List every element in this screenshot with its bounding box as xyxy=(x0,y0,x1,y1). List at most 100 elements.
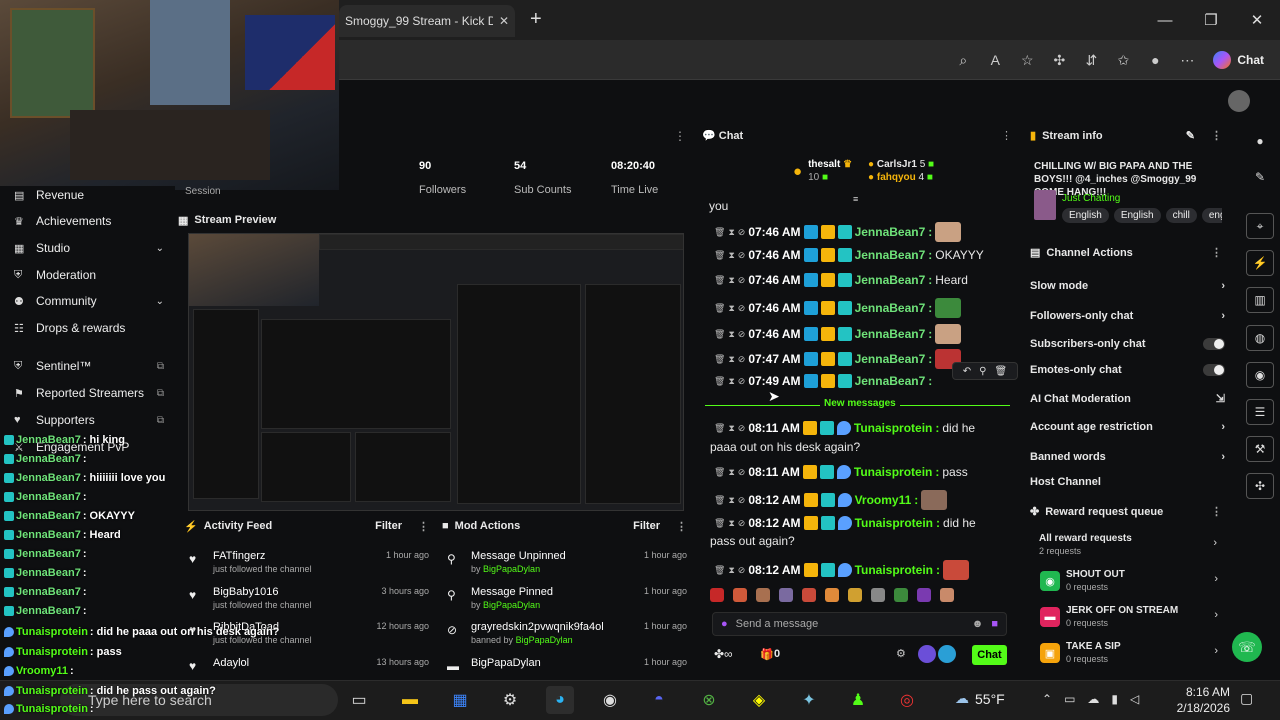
sidebar-item-moderation[interactable]: ⛨ Moderation xyxy=(14,268,164,282)
network-icon[interactable]: ☁ xyxy=(1087,692,1099,706)
ban-icon[interactable]: ⊘ xyxy=(738,495,746,506)
broadcast-icon[interactable]: ◉ xyxy=(1246,362,1274,388)
favorites-icon[interactable]: ✩ xyxy=(1109,46,1137,74)
delete-icon[interactable]: 🗑 xyxy=(714,227,725,238)
7tv-icon[interactable] xyxy=(918,645,936,663)
timeout-icon[interactable]: ⧗ xyxy=(728,303,734,314)
emote-icon[interactable] xyxy=(871,588,885,602)
tag[interactable]: English xyxy=(1062,208,1109,223)
target-icon[interactable]: ⌖ xyxy=(1246,213,1274,239)
new-tab-button[interactable]: + xyxy=(530,8,542,31)
message-username[interactable]: JennaBean7 xyxy=(855,374,926,388)
taskbar-clock[interactable]: 8:16 AM 2/18/2026 xyxy=(1170,684,1230,716)
ban-icon[interactable]: ⊘ xyxy=(738,303,746,314)
message-username[interactable]: Tunaisprotein xyxy=(855,516,933,530)
chat-message[interactable]: 🗑 ⧗ ⊘ 07:49 AM JennaBean7: xyxy=(714,374,932,388)
timeout-icon[interactable]: ⧗ xyxy=(728,354,734,365)
volume-icon[interactable]: ◁ xyxy=(1130,692,1139,706)
reward-row[interactable]: ▣ TAKE A SIP 0 requests › xyxy=(1040,641,1218,673)
battery-icon[interactable]: ▭ xyxy=(1064,692,1075,706)
puzzle-icon[interactable]: ✣ xyxy=(1246,473,1274,499)
sidebar-item-supporters[interactable]: ♥ Supporters ⧉ xyxy=(14,413,164,427)
clipboard-icon[interactable]: ▥ xyxy=(1246,287,1274,313)
gift-icon[interactable]: 🎁 xyxy=(760,648,774,661)
close-window-icon[interactable]: ✕ xyxy=(1234,0,1280,40)
filter-button[interactable]: Filter xyxy=(375,520,402,532)
close-tab-icon[interactable]: ✕ xyxy=(499,14,509,28)
file-explorer-icon[interactable]: ▬ xyxy=(396,686,424,714)
message-username[interactable]: JennaBean7 xyxy=(855,301,926,315)
app-icon[interactable]: ♟ xyxy=(844,686,872,714)
timeout-icon[interactable]: ⧗ xyxy=(728,423,734,434)
emote-icon[interactable] xyxy=(733,588,747,602)
minimize-icon[interactable]: — xyxy=(1142,0,1188,40)
collections-icon[interactable]: ⇵ xyxy=(1077,46,1105,74)
mod-user[interactable]: BigPapaDylan xyxy=(483,564,540,574)
emotes-only-row[interactable]: Emotes-only chat xyxy=(1030,364,1225,376)
mod-user[interactable]: BigPapaDylan xyxy=(483,600,540,610)
restore-icon[interactable]: ❐ xyxy=(1188,0,1234,40)
message-username[interactable]: JennaBean7 xyxy=(855,273,926,287)
subscribers-only-row[interactable]: Subscribers-only chat xyxy=(1030,338,1225,350)
more-icon[interactable]: ⋮ xyxy=(1001,129,1012,142)
delete-icon[interactable]: 🗑 xyxy=(714,467,725,478)
chat-message[interactable]: 🗑 ⧗ ⊘ 07:46 AM JennaBean7: xyxy=(714,324,962,344)
chat-bubble-icon[interactable]: ◍ xyxy=(1246,325,1274,351)
message-username[interactable]: JennaBean7 xyxy=(855,248,926,262)
weather-widget[interactable]: ☁ 55°F xyxy=(955,690,1005,707)
more-icon[interactable]: ⋮ xyxy=(1211,129,1222,142)
delete-icon[interactable]: 🗑 xyxy=(714,250,725,261)
message-username[interactable]: Tunaisprotein xyxy=(855,563,933,577)
tag[interactable]: engli xyxy=(1201,208,1222,223)
expand-icon[interactable]: ≡ xyxy=(853,194,858,204)
emoji-icon[interactable]: ☻ xyxy=(972,618,984,630)
delete-icon[interactable]: 🗑 xyxy=(714,275,725,286)
edit-icon[interactable]: ✎ xyxy=(1186,129,1195,142)
copilot-button[interactable]: Chat xyxy=(1205,45,1272,75)
ban-icon[interactable]: ⊘ xyxy=(738,565,746,576)
ban-icon[interactable]: ⊘ xyxy=(738,250,746,261)
more-icon[interactable]: ⋮ xyxy=(418,520,429,533)
ban-icon[interactable]: ⊘ xyxy=(738,227,746,238)
message-username[interactable]: Tunaisprotein xyxy=(854,421,932,435)
chat-message[interactable]: 🗑 ⧗ ⊘ 07:46 AM JennaBean7: xyxy=(714,298,962,318)
help-button[interactable]: ☏ xyxy=(1232,632,1262,662)
bolt-icon[interactable]: ⚡ xyxy=(1246,250,1274,276)
profile-icon[interactable]: ● xyxy=(1141,46,1169,74)
chat-message[interactable]: 🗑 ⧗ ⊘ 08:12 AM Vroomy11: xyxy=(714,490,948,510)
steam-icon[interactable]: ⚙ xyxy=(496,686,524,714)
account-age-row[interactable]: Account age restriction › xyxy=(1030,421,1225,433)
emote-icon[interactable] xyxy=(894,588,908,602)
category-name[interactable]: Just Chatting xyxy=(1062,193,1120,204)
favorite-star-icon[interactable]: ☆ xyxy=(1013,46,1041,74)
followers-only-row[interactable]: Followers-only chat › xyxy=(1030,310,1225,322)
settings-icon[interactable]: ⚙ xyxy=(896,647,906,660)
delete-icon[interactable]: 🗑 xyxy=(714,376,725,387)
delete-icon[interactable]: 🗑 xyxy=(714,329,725,340)
chat-message[interactable]: 🗑 ⧗ ⊘ 07:46 AM JennaBean7: xyxy=(714,222,962,242)
delete-icon[interactable]: 🗑 xyxy=(714,303,725,314)
emote-icon[interactable] xyxy=(917,588,931,602)
delete-icon[interactable]: 🗑 xyxy=(714,565,725,576)
ban-icon[interactable]: ⊘ xyxy=(738,354,746,365)
message-username[interactable]: JennaBean7 xyxy=(855,225,926,239)
sidebar-item-community[interactable]: ⚉ Community ⌄ xyxy=(14,294,164,308)
usb-icon[interactable]: ▮ xyxy=(1111,692,1118,706)
timeout-icon[interactable]: ⧗ xyxy=(728,467,734,478)
reward-row[interactable]: ▬ JERK OFF ON STREAM 0 requests › xyxy=(1040,605,1218,637)
ban-icon[interactable]: ⊘ xyxy=(738,329,746,340)
ban-icon[interactable]: ⊘ xyxy=(738,376,746,387)
notifications-icon[interactable]: ▢ xyxy=(1240,690,1253,707)
message-username[interactable]: JennaBean7 xyxy=(855,352,926,366)
emote-icon[interactable] xyxy=(756,588,770,602)
subscribers-only-toggle[interactable] xyxy=(1203,338,1225,350)
send-chat-button[interactable]: Chat xyxy=(972,645,1007,665)
mod-user[interactable]: BigPapaDylan xyxy=(516,635,573,645)
app-icon[interactable]: ◎ xyxy=(893,686,921,714)
user-avatar[interactable] xyxy=(1228,90,1250,112)
app-icon[interactable]: ✦ xyxy=(795,686,823,714)
read-aloud-icon[interactable]: A xyxy=(981,46,1009,74)
timeout-icon[interactable]: ⧗ xyxy=(728,250,734,261)
emote-icon[interactable] xyxy=(779,588,793,602)
ai-moderation-row[interactable]: AI Chat Moderation ⇲ xyxy=(1030,392,1225,406)
